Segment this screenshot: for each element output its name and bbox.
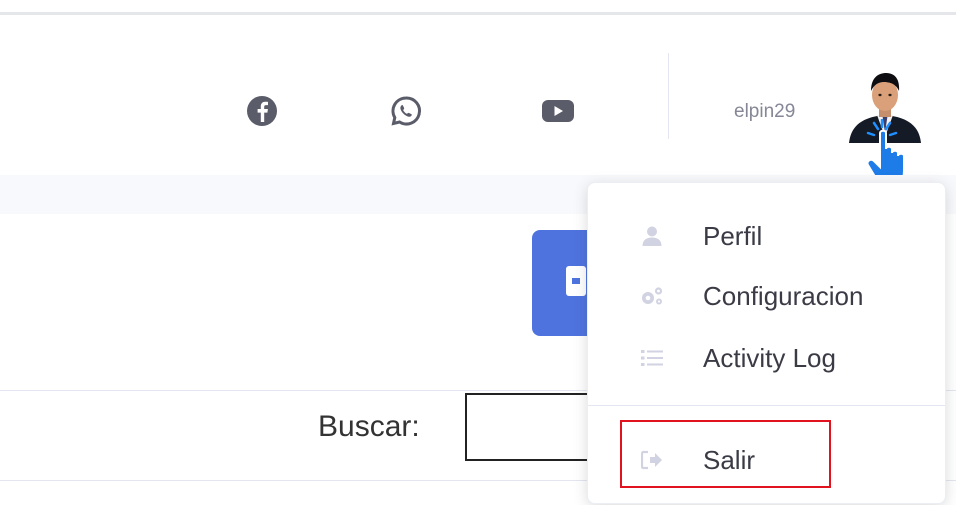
menu-item-perfil[interactable]: Perfil: [588, 211, 945, 261]
cogs-icon: [640, 284, 664, 308]
facebook-icon[interactable]: [244, 93, 280, 129]
user-icon: [640, 224, 664, 248]
search-label: Buscar:: [318, 410, 420, 443]
topbar-divider: [668, 53, 669, 139]
user-dropdown-menu: Perfil Configuracion Activity Log Salir: [587, 182, 946, 504]
search-input[interactable]: [465, 393, 605, 461]
username[interactable]: elpin29: [734, 101, 795, 123]
whatsapp-icon[interactable]: [388, 93, 424, 129]
menu-item-label: Activity Log: [703, 342, 836, 373]
menu-item-activity-log[interactable]: Activity Log: [588, 333, 945, 383]
file-icon: [566, 266, 586, 296]
topbar: elpin29: [0, 15, 956, 189]
list-icon: [640, 346, 664, 370]
menu-divider: [588, 405, 945, 406]
menu-item-label: Configuracion: [703, 280, 864, 311]
menu-item-label: Perfil: [703, 220, 763, 251]
youtube-icon[interactable]: [540, 93, 576, 129]
menu-item-configuracion[interactable]: Configuracion: [588, 271, 945, 321]
highlight-annotation: [620, 420, 831, 488]
page: elpin29 Buscar: Perfil Configuracion Act…: [0, 0, 956, 505]
